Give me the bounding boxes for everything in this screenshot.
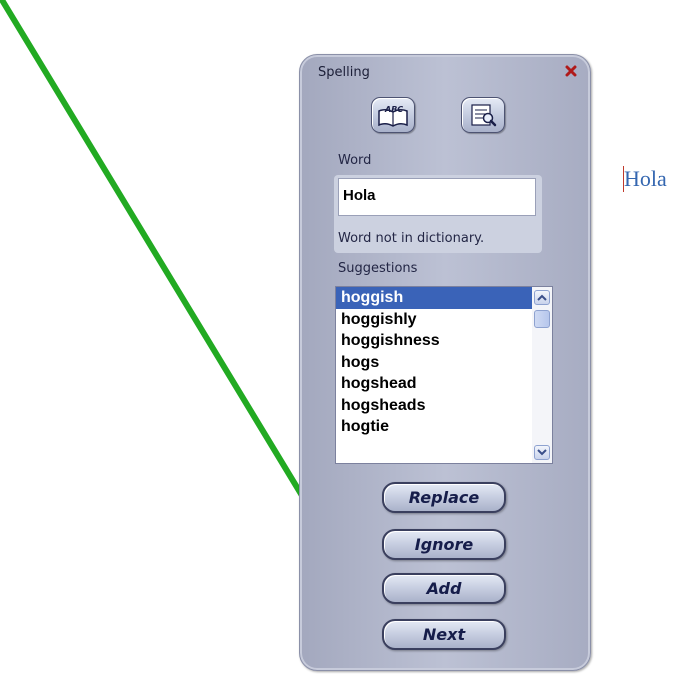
next-button[interactable]: Next <box>382 619 506 650</box>
word-field[interactable]: Hola <box>338 178 536 216</box>
scroll-down-button[interactable] <box>534 445 550 460</box>
spelling-panel: Spelling ABC Word Hola Word not in dicti… <box>299 54 591 671</box>
find-document-button[interactable] <box>461 97 505 133</box>
spellcheck-book-icon: ABC <box>378 105 408 127</box>
scrollbar[interactable] <box>532 287 552 463</box>
list-item[interactable]: hogshead <box>336 373 532 395</box>
scroll-up-button[interactable] <box>534 290 550 305</box>
list-item[interactable]: hoggishness <box>336 330 532 352</box>
document-text[interactable]: Hola <box>624 166 667 192</box>
status-message: Word not in dictionary. <box>338 231 485 246</box>
list-item[interactable]: hoggish <box>336 287 532 309</box>
chevron-up-icon <box>537 294 547 301</box>
list-item[interactable]: hoggishly <box>336 309 532 331</box>
add-button[interactable]: Add <box>382 573 506 604</box>
replace-button[interactable]: Replace <box>382 482 506 513</box>
suggestions-list[interactable]: hoggish hoggishly hoggishness hogs hogsh… <box>335 286 553 464</box>
list-item[interactable]: hogs <box>336 352 532 374</box>
panel-title: Spelling <box>318 65 370 80</box>
list-item[interactable]: hogsheads <box>336 395 532 417</box>
chevron-down-icon <box>537 449 547 456</box>
suggestions-label: Suggestions <box>338 261 418 276</box>
word-label: Word <box>338 153 372 168</box>
ignore-button[interactable]: Ignore <box>382 529 506 560</box>
list-item[interactable]: hogtie <box>336 416 532 438</box>
find-document-icon <box>471 104 497 127</box>
scroll-thumb[interactable] <box>534 310 550 328</box>
svg-text:ABC: ABC <box>384 105 403 114</box>
spellcheck-book-button[interactable]: ABC <box>371 97 415 133</box>
close-icon[interactable] <box>565 64 577 77</box>
